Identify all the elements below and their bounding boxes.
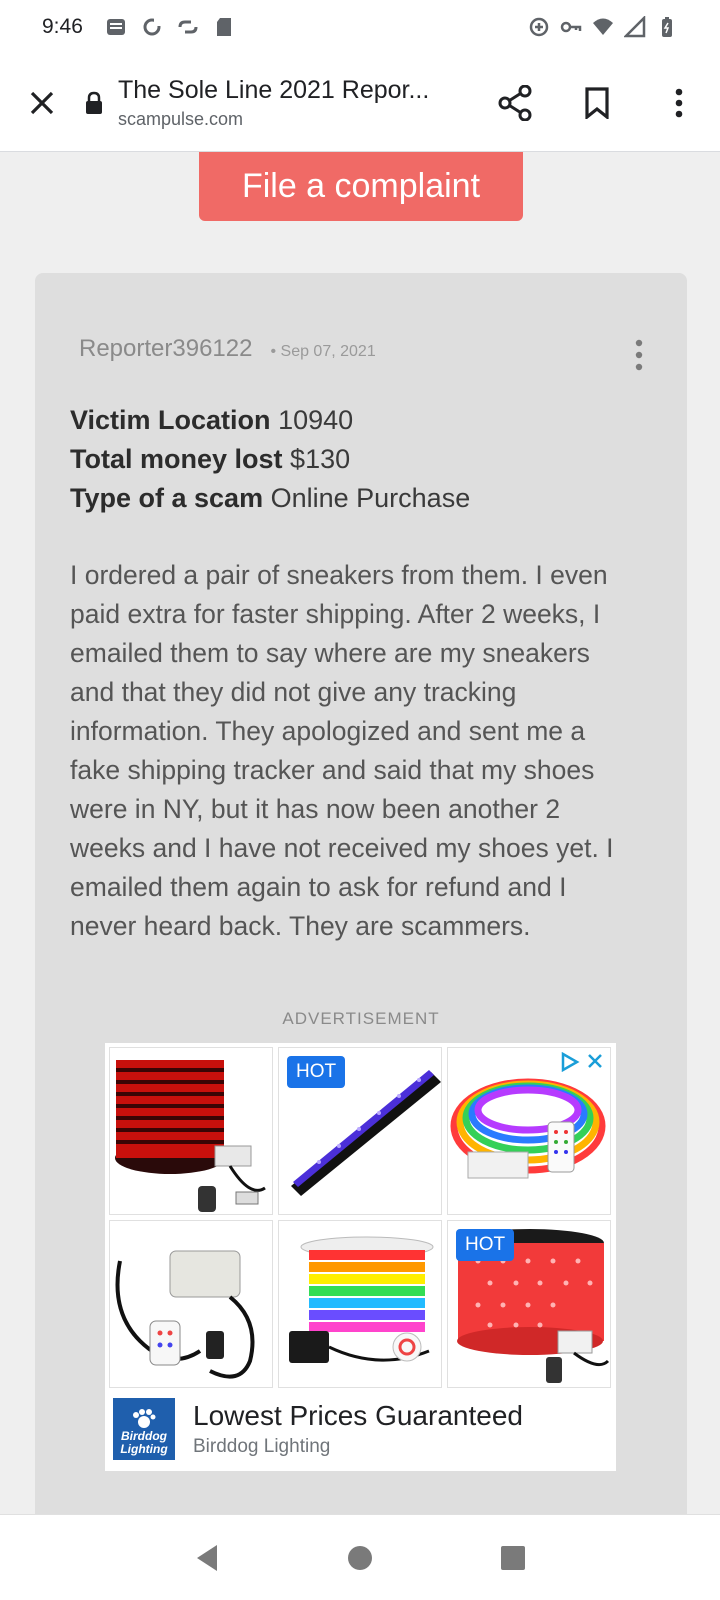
field-value: Online Purchase xyxy=(270,483,471,513)
ad-label: ADVERTISEMENT xyxy=(282,1009,440,1028)
ad-choices-icon[interactable] xyxy=(560,1052,580,1072)
page-info[interactable]: The Sole Line 2021 Repor... scampulse.co… xyxy=(118,76,474,130)
news-icon xyxy=(106,19,125,35)
report-body: I ordered a pair of sneakers from them. … xyxy=(70,560,614,941)
share-button[interactable] xyxy=(474,54,556,152)
ad-brand: Birddog Lighting xyxy=(193,1436,331,1457)
back-icon[interactable] xyxy=(193,1543,221,1573)
system-icons xyxy=(528,16,678,38)
system-nav-bar xyxy=(0,1514,720,1600)
ad-texts: Lowest Prices Guaranteed Birddog Lightin… xyxy=(193,1400,523,1458)
browser-toolbar: The Sole Line 2021 Repor... scampulse.co… xyxy=(0,54,720,152)
reporter-name[interactable]: Reporter396122 xyxy=(79,335,252,363)
field-label: Victim Location xyxy=(70,405,271,435)
field-label: Total money lost xyxy=(70,444,283,474)
notification-icons xyxy=(105,16,235,38)
link-icon xyxy=(178,20,198,34)
logo-text: Lighting xyxy=(120,1442,168,1456)
scam-type-row: Type of a scam Online Purchase xyxy=(70,479,470,518)
recents-icon[interactable] xyxy=(499,1544,527,1572)
ad-product-image[interactable]: HOT xyxy=(278,1047,442,1215)
ad-product-grid: HOT HOT xyxy=(109,1047,611,1388)
status-bar: 9:46 xyxy=(0,0,720,54)
home-icon[interactable] xyxy=(346,1544,374,1572)
close-tab-button[interactable] xyxy=(0,54,84,152)
vpn-key-icon xyxy=(560,21,582,33)
ad-close-icon[interactable] xyxy=(586,1052,604,1070)
data-saver-icon xyxy=(529,17,549,37)
birddog-logo: Birddog Lighting xyxy=(113,1398,175,1460)
report-details: Victim Location 10940 Total money lost $… xyxy=(70,401,470,518)
ad-headline[interactable]: Lowest Prices Guaranteed xyxy=(193,1400,523,1432)
ad-product-image[interactable]: HOT xyxy=(447,1220,611,1388)
sd-card-icon xyxy=(216,18,231,36)
field-label: Type of a scam xyxy=(70,483,264,513)
field-value: $130 xyxy=(290,444,351,474)
page-url: scampulse.com xyxy=(118,108,244,129)
status-time: 9:46 xyxy=(42,15,83,38)
field-value: 10940 xyxy=(278,405,354,435)
page-content: File a complaint Reporter396122 • Sep 07… xyxy=(0,152,720,1514)
ad-product-image[interactable] xyxy=(447,1047,611,1215)
ad-product-image[interactable] xyxy=(278,1220,442,1388)
paw-icon xyxy=(133,1409,156,1428)
ad-footer[interactable]: Birddog Lighting Lowest Prices Guarantee… xyxy=(113,1398,523,1460)
more-vert-icon xyxy=(635,339,643,371)
report-date: • Sep 07, 2021 xyxy=(270,343,376,360)
bookmark-icon xyxy=(585,86,609,119)
close-icon xyxy=(30,91,54,114)
ad-product-image[interactable] xyxy=(109,1220,273,1388)
hot-badge: HOT xyxy=(456,1229,515,1261)
report-card: Reporter396122 • Sep 07, 2021 Victim Loc… xyxy=(35,273,687,1514)
cell-signal-icon xyxy=(624,16,646,38)
battery-icon xyxy=(662,17,672,37)
report-more-button[interactable] xyxy=(631,335,647,375)
bookmark-button[interactable] xyxy=(556,54,638,152)
wifi-icon xyxy=(593,18,613,35)
money-lost-row: Total money lost $130 xyxy=(70,440,470,479)
share-icon xyxy=(498,84,532,121)
victim-location-row: Victim Location 10940 xyxy=(70,401,470,440)
lock-icon[interactable] xyxy=(84,91,108,115)
ad-product-image[interactable] xyxy=(109,1047,273,1215)
report-header: Reporter396122 • Sep 07, 2021 xyxy=(79,335,376,363)
ad-choices[interactable] xyxy=(560,1052,604,1072)
sync-icon xyxy=(143,18,162,36)
more-vert-icon xyxy=(675,88,683,117)
advertisement-banner[interactable]: HOT HOT Birddog Lighting Lowest Prices G… xyxy=(105,1043,616,1471)
page-title: The Sole Line 2021 Repor... xyxy=(118,75,430,104)
more-options-button[interactable] xyxy=(638,54,720,152)
hot-badge: HOT xyxy=(287,1056,346,1088)
file-complaint-button[interactable]: File a complaint xyxy=(199,152,523,221)
